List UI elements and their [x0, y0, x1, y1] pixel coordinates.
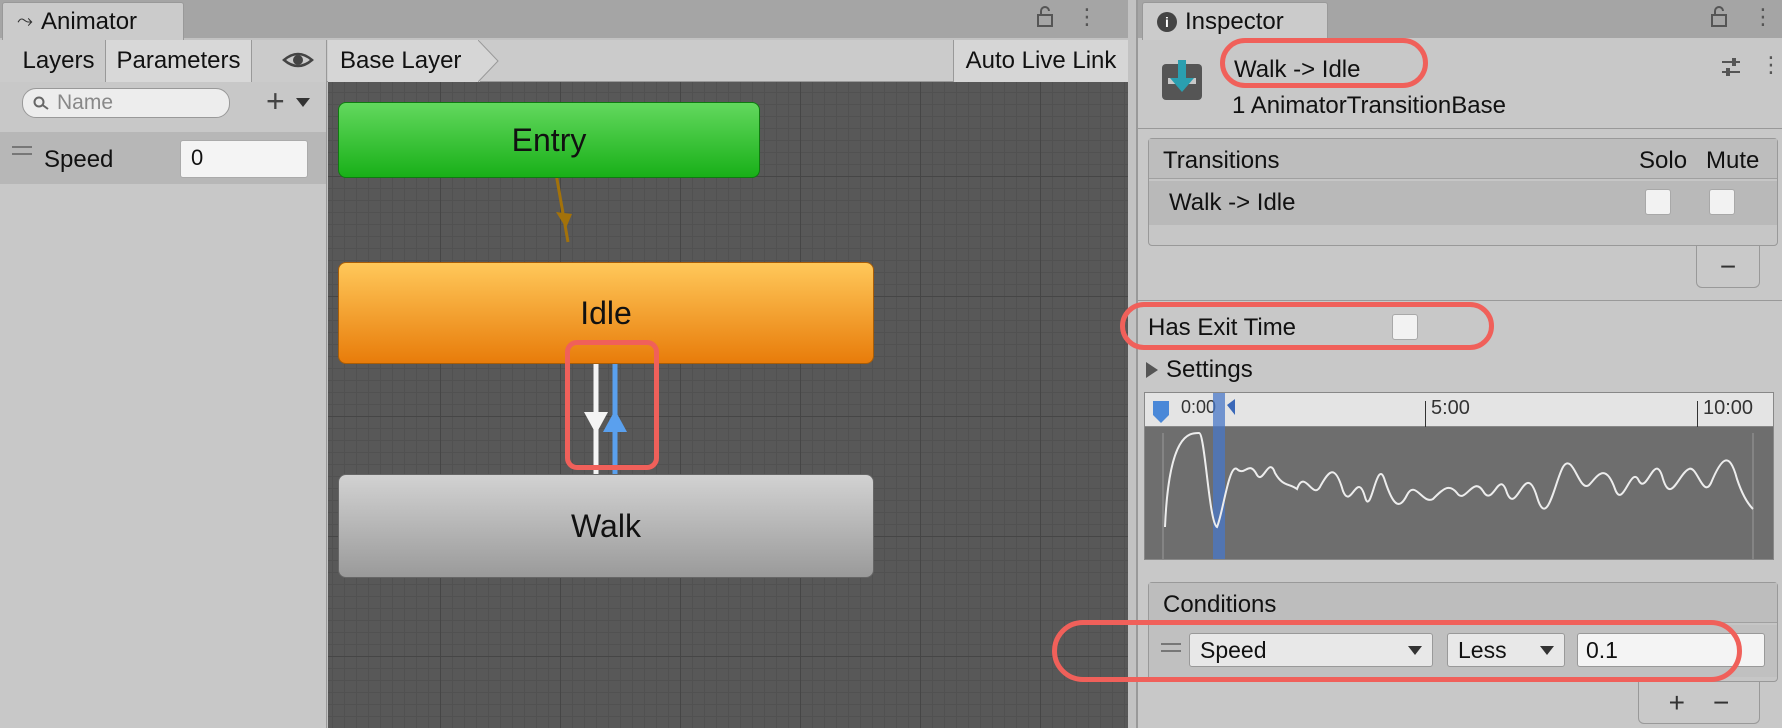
has-exit-time-label: Has Exit Time	[1148, 314, 1297, 341]
search-icon	[33, 96, 49, 110]
animator-icon: ⤳	[17, 10, 33, 32]
condition-parameter-dropdown[interactable]: Speed	[1189, 633, 1433, 667]
inspector-more-options-icon[interactable]: ⋮	[1752, 4, 1774, 30]
eye-icon[interactable]	[282, 48, 314, 79]
auto-live-link-label: Auto Live Link	[965, 47, 1117, 74]
mute-column-label: Mute	[1706, 147, 1760, 174]
parameter-name: Speed	[44, 146, 114, 173]
idle-state-node[interactable]: Idle	[338, 262, 874, 364]
lock-icon[interactable]	[1036, 6, 1054, 34]
inspector-subtitle: 1 AnimatorTransitionBase	[1232, 92, 1506, 119]
transition-asset-icon	[1160, 58, 1204, 111]
parameters-panel: Name + Speed 0	[0, 82, 327, 728]
breadcrumb[interactable]: Base Layer	[328, 40, 480, 82]
conditions-header: Conditions	[1149, 583, 1777, 623]
tab-layers-label: Layers	[22, 47, 95, 74]
condition-mode-dropdown[interactable]: Less	[1447, 633, 1565, 667]
condition-row[interactable]: Speed Less 0.1	[1149, 625, 1777, 677]
add-parameter-dropdown-icon[interactable]	[296, 98, 310, 107]
add-parameter-button[interactable]: +	[266, 83, 285, 119]
transition-start-marker-icon	[1153, 401, 1169, 423]
transition-timeline[interactable]: 0:00 5:00 10:00	[1144, 392, 1774, 560]
transition-row-label: Walk -> Idle	[1169, 189, 1296, 216]
settings-foldout[interactable]: Settings	[1146, 356, 1253, 384]
remove-transition-symbol: −	[1719, 250, 1737, 282]
transitions-header: Transitions Solo Mute	[1149, 139, 1777, 179]
walk-node-label: Walk	[571, 507, 641, 544]
foldout-arrow-icon	[1146, 362, 1158, 378]
add-parameter-symbol: +	[266, 83, 285, 119]
tab-inspector[interactable]: i Inspector	[1142, 2, 1328, 40]
idle-node-label: Idle	[580, 294, 632, 331]
mute-checkbox[interactable]	[1709, 189, 1735, 215]
settings-label: Settings	[1166, 356, 1253, 383]
parameter-row[interactable]: Speed 0	[0, 132, 326, 184]
inspector-tab-label: Inspector	[1185, 7, 1284, 35]
transition-row[interactable]: Walk -> Idle	[1149, 181, 1777, 225]
solo-column-label: Solo	[1639, 147, 1688, 174]
condition-threshold-field[interactable]: 0.1	[1577, 633, 1765, 667]
parameter-search-input[interactable]: Name	[22, 88, 230, 118]
conditions-header-label: Conditions	[1163, 591, 1277, 618]
condition-mode-value: Less	[1458, 636, 1507, 663]
add-condition-button[interactable]: +	[1669, 687, 1685, 719]
transitions-header-label: Transitions	[1163, 147, 1280, 174]
state-machine-graph[interactable]: Entry Idle Walk	[328, 82, 1128, 728]
timeline-waveform	[1153, 393, 1754, 559]
animator-tab-label: Animator	[41, 7, 138, 35]
inspector-lock-icon[interactable]	[1710, 6, 1728, 35]
remove-transition-button[interactable]: −	[1696, 246, 1760, 288]
transition-lines	[552, 161, 627, 477]
drag-handle-icon[interactable]	[12, 146, 32, 155]
mode-dropdown-caret-icon	[1540, 645, 1554, 655]
conditions-list: Conditions Speed Less 0.1	[1148, 582, 1778, 682]
preset-sliders-icon[interactable]	[1720, 56, 1742, 85]
inspector-window: i Inspector ⋮ Walk -> Idle 1 AnimatorTra…	[1052, 0, 1782, 728]
breadcrumb-arrow-icon	[478, 40, 499, 82]
walk-state-node[interactable]: Walk	[338, 474, 874, 578]
entry-node[interactable]: Entry	[338, 102, 760, 178]
more-options-icon[interactable]: ⋮	[1076, 4, 1098, 30]
tab-animator[interactable]: ⤳ Animator	[2, 2, 184, 40]
condition-drag-handle-icon[interactable]	[1161, 643, 1181, 652]
parameter-dropdown-caret-icon	[1408, 645, 1422, 655]
animator-window: ⤳ Animator ⋮ Layers Parameters Base Laye…	[0, 0, 1128, 728]
remove-condition-button[interactable]: −	[1713, 687, 1729, 719]
solo-checkbox[interactable]	[1645, 189, 1671, 215]
has-exit-time-checkbox[interactable]	[1392, 314, 1418, 340]
tab-parameters-label: Parameters	[116, 47, 241, 74]
transition-end-marker-icon	[1227, 399, 1235, 415]
auto-live-link-button[interactable]: Auto Live Link	[953, 40, 1128, 82]
condition-buttons: + −	[1638, 682, 1760, 724]
search-placeholder: Name	[57, 91, 114, 114]
condition-parameter-value: Speed	[1200, 636, 1267, 663]
tab-parameters[interactable]: Parameters	[106, 40, 252, 82]
breadcrumb-label: Base Layer	[340, 47, 462, 74]
info-icon: i	[1157, 11, 1177, 32]
animator-toolbar: Layers Parameters Base Layer Auto Live L…	[0, 40, 1128, 82]
tab-layers[interactable]: Layers	[12, 40, 106, 82]
component-menu-icon[interactable]: ⋮	[1760, 52, 1782, 78]
entry-node-label: Entry	[511, 121, 587, 158]
inspector-title: Walk -> Idle	[1234, 56, 1361, 83]
parameter-value-field[interactable]: 0	[180, 140, 308, 178]
transitions-list: Transitions Solo Mute Walk -> Idle	[1148, 138, 1778, 246]
